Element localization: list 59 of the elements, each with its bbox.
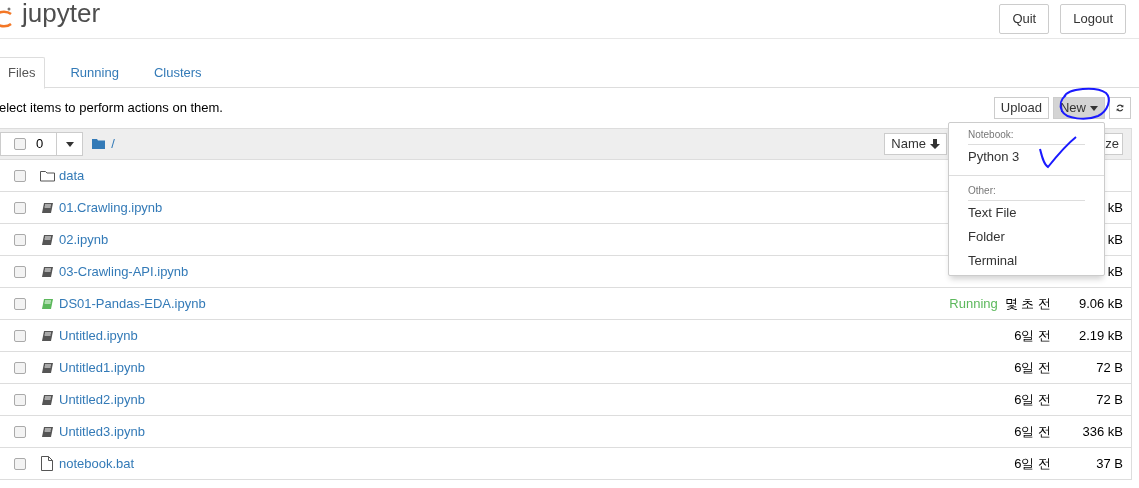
menu-section-header: Notebook:	[968, 125, 1085, 145]
file-size: kB	[1106, 198, 1123, 217]
refresh-button[interactable]	[1109, 97, 1131, 119]
row-checkbox[interactable]	[14, 329, 26, 342]
menu-item[interactable]: Python 3	[949, 145, 1104, 169]
logo-text: jupyter	[22, 0, 101, 26]
file-link[interactable]: 03-Crawling-API.ipynb	[59, 261, 189, 282]
row-checkbox[interactable]	[14, 457, 26, 470]
check-mark-drawing	[1038, 135, 1078, 171]
file-link[interactable]: data	[59, 165, 85, 186]
menu-item[interactable]: Folder	[949, 225, 1104, 249]
upload-button[interactable]: Upload	[993, 97, 1049, 119]
modified-time: 6일 전	[1014, 326, 1051, 345]
modified-time: 6일 전	[1014, 390, 1051, 409]
menu-item[interactable]: Text File	[949, 201, 1104, 225]
row-checkbox[interactable]	[14, 297, 26, 310]
row-checkbox[interactable]	[14, 169, 26, 182]
row-checkbox[interactable]	[14, 201, 26, 214]
caret-icon	[1090, 105, 1098, 111]
file-size: kB	[1106, 230, 1123, 249]
file-icon	[41, 456, 53, 471]
tab[interactable]: Files	[0, 57, 46, 89]
folder-icon	[92, 139, 106, 149]
file-size: kB	[1106, 262, 1123, 281]
modified-time: 6일 전	[1014, 358, 1051, 377]
file-link[interactable]: 01.Crawling.ipynb	[59, 197, 163, 218]
file-link[interactable]: notebook.bat	[59, 453, 135, 474]
tab[interactable]: Clusters	[143, 57, 212, 88]
row-checkbox[interactable]	[14, 361, 26, 374]
file-size: 37 B	[1095, 454, 1123, 473]
file-size: 2.19 kB	[1077, 326, 1123, 345]
modified-time: 6일 전	[1014, 422, 1051, 441]
file-link[interactable]: DS01-Pandas-EDA.ipynb	[59, 293, 206, 314]
row-checkbox[interactable]	[14, 265, 26, 278]
row-checkbox[interactable]	[14, 393, 26, 406]
row-checkbox[interactable]	[14, 425, 26, 438]
running-status: Running	[949, 294, 998, 313]
file-link[interactable]: Untitled1.ipynb	[59, 357, 145, 378]
menu-item[interactable]: Terminal	[949, 249, 1104, 273]
quit-button[interactable]: Quit	[999, 4, 1050, 34]
folder-icon	[39, 169, 55, 182]
modified-time: 몇 초 전	[1004, 294, 1051, 313]
path-link[interactable]: /	[111, 134, 115, 154]
file-size: 72 B	[1095, 390, 1123, 409]
modified-time: 6일 전	[1014, 454, 1051, 473]
logout-button[interactable]: Logout	[1060, 4, 1126, 34]
file-size: 72 B	[1095, 358, 1123, 377]
file-link[interactable]: Untitled2.ipynb	[59, 389, 145, 410]
file-link[interactable]: Untitled3.ipynb	[59, 421, 145, 442]
menu-section-header: Other:	[968, 181, 1085, 201]
file-link[interactable]: 02.ipynb	[59, 229, 109, 250]
instruction-text: elect items to perform actions on them.	[0, 99, 223, 118]
file-link[interactable]: Untitled.ipynb	[59, 325, 138, 346]
sort-button[interactable]: Name	[884, 133, 947, 155]
file-size: 9.06 kB	[1077, 294, 1123, 313]
file-size: 336 kB	[1081, 422, 1123, 441]
row-checkbox[interactable]	[14, 233, 26, 246]
refresh-icon	[1116, 102, 1124, 114]
tab[interactable]: Running	[60, 57, 129, 88]
